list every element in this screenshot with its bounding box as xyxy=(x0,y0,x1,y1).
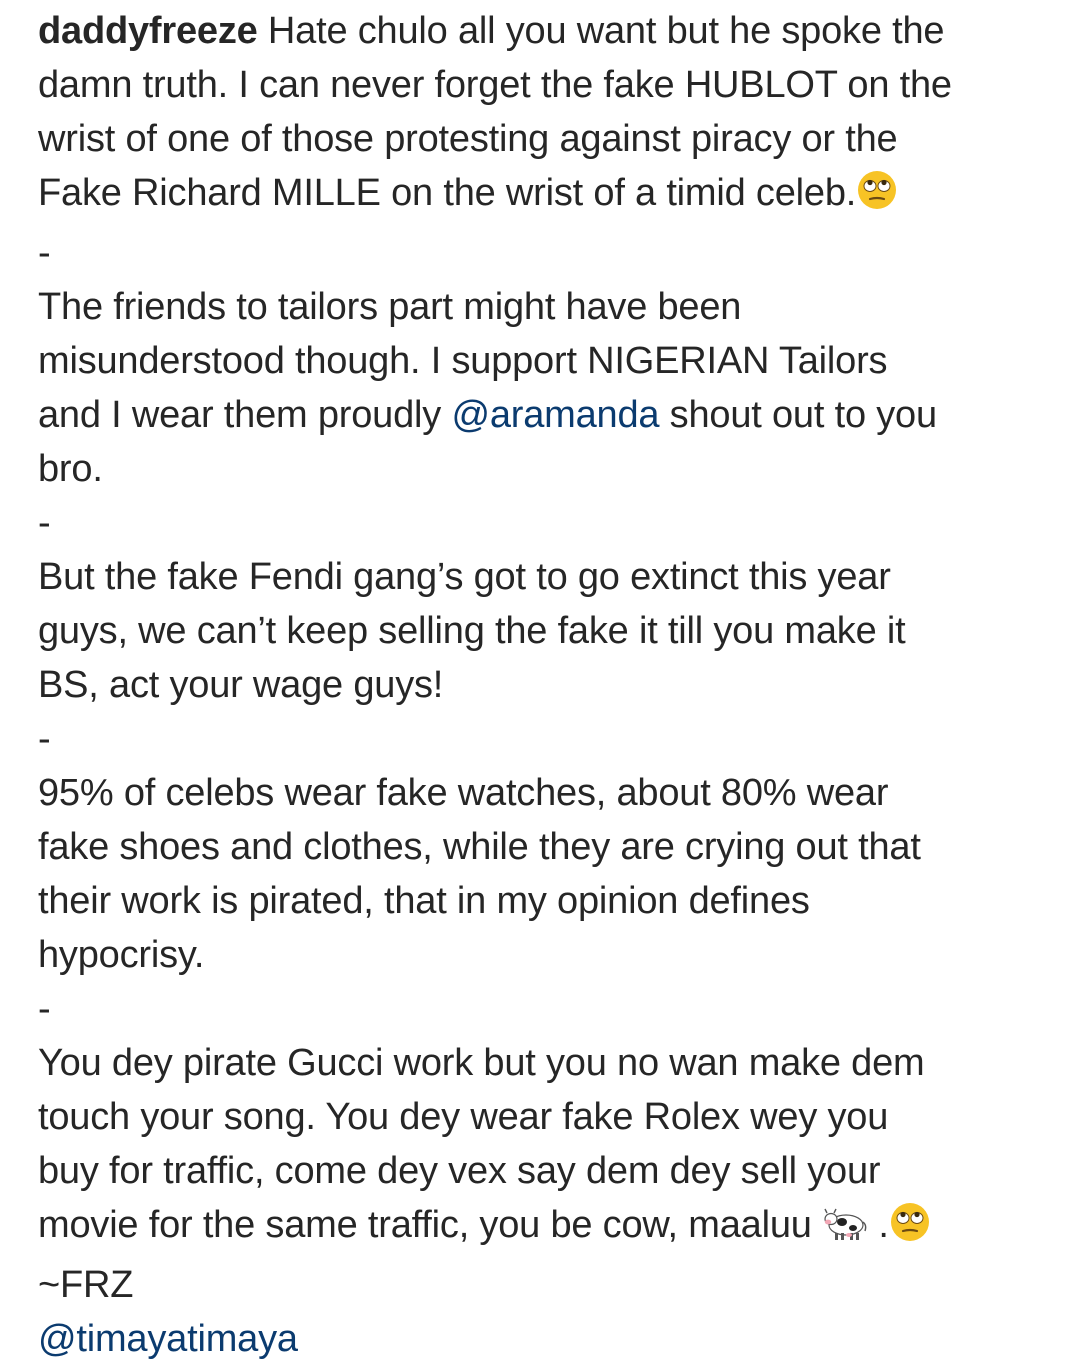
post-caption: daddyfreeze Hate chulo all you want but … xyxy=(38,4,1053,1366)
separator: - xyxy=(38,502,51,544)
caption-line: daddyfreeze Hate chulo all you want but … xyxy=(38,4,1053,58)
caption-text: BS, act your wage guys! xyxy=(38,664,444,706)
caption-text: 95% of celebs wear fake watches, about 8… xyxy=(38,772,889,814)
caption-line: and I wear them proudly @aramanda shout … xyxy=(38,388,1053,442)
username-link[interactable]: daddyfreeze xyxy=(38,10,258,52)
caption-text: shout out to you xyxy=(659,394,937,436)
caption-text: buy for traffic, come dey vex say dem de… xyxy=(38,1150,881,1192)
caption-line: Fake Richard MILLE on the wrist of a tim… xyxy=(38,166,1053,226)
caption-text: You dey pirate Gucci work but you no wan… xyxy=(38,1042,925,1084)
caption-text: damn truth. I can never forget the fake … xyxy=(38,64,952,106)
mention-link-timayatimaya[interactable]: @timayatimaya xyxy=(38,1312,1053,1366)
caption-text: wrist of one of those protesting against… xyxy=(38,118,898,160)
caption-text: bro. xyxy=(38,448,103,490)
caption-text: touch your song. You dey wear fake Rolex… xyxy=(38,1096,889,1138)
caption-text: The friends to tailors part might have b… xyxy=(38,286,742,328)
caption-line: movie for the same traffic, you be cow, … xyxy=(38,1198,1053,1258)
caption-text: their work is pirated, that in my opinio… xyxy=(38,880,810,922)
caption-text: and I wear them proudly xyxy=(38,394,452,436)
caption-text: Hate chulo all you want but he spoke the xyxy=(267,10,945,52)
caption-text: hypocrisy. xyxy=(38,934,205,976)
face-with-rolling-eyes-icon xyxy=(889,1201,931,1258)
face-with-rolling-eyes-icon xyxy=(856,169,898,226)
separator: - xyxy=(38,232,51,274)
caption-text: Fake Richard MILLE on the wrist of a tim… xyxy=(38,172,857,214)
cow-icon xyxy=(822,1203,868,1258)
caption-text: But the fake Fendi gang’s got to go exti… xyxy=(38,556,891,598)
signature: ~FRZ xyxy=(38,1264,134,1306)
separator: - xyxy=(38,988,51,1030)
mention-link-aramanda[interactable]: @aramanda xyxy=(451,394,659,436)
caption-text: fake shoes and clothes, while they are c… xyxy=(38,826,921,868)
caption-text: misunderstood though. I support NIGERIAN… xyxy=(38,340,888,382)
caption-text: movie for the same traffic, you be cow, … xyxy=(38,1204,823,1246)
caption-text: guys, we can’t keep selling the fake it … xyxy=(38,610,906,652)
caption-text: . xyxy=(868,1204,889,1246)
separator: - xyxy=(38,718,51,760)
